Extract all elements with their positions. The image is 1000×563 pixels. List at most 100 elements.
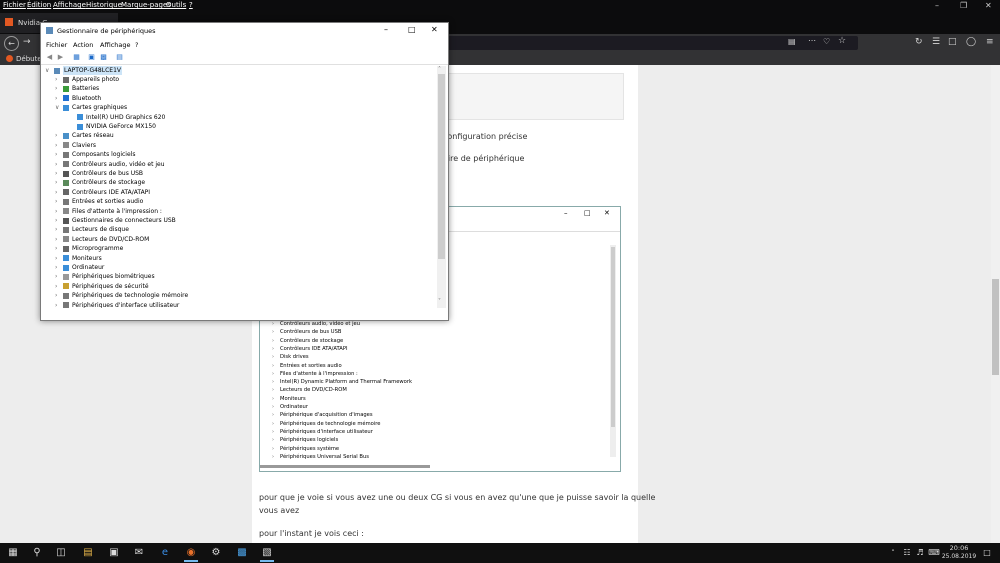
- device-category-icon: [63, 151, 69, 158]
- dm-menu-action[interactable]: Action: [73, 41, 93, 49]
- collapse-icon[interactable]: ∨: [45, 66, 51, 75]
- monitor-icon[interactable]: ▤: [115, 53, 124, 61]
- expand-icon[interactable]: ›: [55, 254, 61, 263]
- properties-icon[interactable]: ▦: [72, 53, 81, 61]
- expand-icon[interactable]: ›: [55, 244, 61, 253]
- favicon-icon: [5, 18, 13, 26]
- firefox-window-controls: – ❐ ✕: [0, 0, 1000, 12]
- expand-icon[interactable]: ›: [55, 197, 61, 206]
- expand-icon[interactable]: ›: [55, 160, 61, 169]
- device-category-icon: [63, 302, 69, 308]
- bookmark-star-icon[interactable]: ☆: [838, 36, 846, 46]
- expand-icon[interactable]: ›: [55, 291, 61, 300]
- dm-titlebar[interactable]: Gestionnaire de périphériques – □ ✕: [41, 23, 448, 39]
- emb-tree-item: Moniteurs: [280, 395, 306, 402]
- scroll-up-icon[interactable]: ˄: [438, 66, 441, 73]
- maximize-icon[interactable]: ❐: [960, 1, 967, 10]
- forward-icon[interactable]: →: [23, 37, 31, 47]
- dm-menu-help[interactable]: ?: [135, 41, 138, 49]
- dm-scroll-thumb[interactable]: [438, 74, 445, 259]
- device-category-icon: [63, 189, 69, 196]
- emb-expand-icon: ›: [272, 428, 274, 435]
- tree-item-label: Batteries: [72, 85, 100, 93]
- device-manager-taskbar-icon[interactable]: ▧: [260, 546, 274, 562]
- url-bar[interactable]: ▤ ⋯ ♡ ☆: [440, 36, 858, 50]
- emb-tree-item: Disk drives: [280, 354, 309, 361]
- expand-icon[interactable]: ›: [55, 75, 61, 84]
- emb-maximize-icon: □: [584, 209, 591, 217]
- expand-icon[interactable]: ›: [55, 141, 61, 150]
- view-icon[interactable]: ▩: [99, 53, 108, 61]
- back-arrow-icon[interactable]: ◀: [45, 53, 54, 61]
- expand-icon[interactable]: ›: [55, 188, 61, 197]
- expand-icon[interactable]: ›: [55, 131, 61, 140]
- page-actions-icon[interactable]: ⋯: [808, 36, 816, 45]
- page-scrollbar-thumb[interactable]: [992, 279, 999, 375]
- expand-icon[interactable]: ›: [55, 301, 61, 308]
- task-view-icon[interactable]: ◫: [54, 546, 68, 560]
- back-icon[interactable]: ←: [4, 36, 19, 51]
- page-text-1: configuration précise: [443, 132, 528, 141]
- minimize-icon[interactable]: –: [935, 1, 939, 10]
- notification-icon[interactable]: □: [980, 546, 994, 560]
- emb-tree-item: Intel(R) Dynamic Platform and Thermal Fr…: [280, 379, 412, 386]
- mail-icon[interactable]: ✉: [132, 546, 146, 560]
- tray-chevron-icon[interactable]: ˄: [886, 546, 900, 560]
- settings-gear-icon[interactable]: ⚙: [209, 546, 223, 560]
- help-icon[interactable]: ▣: [87, 53, 96, 61]
- emb-scroll-thumb: [611, 247, 615, 427]
- forward-arrow-icon[interactable]: ▶: [56, 53, 65, 61]
- emb-tree-item: Périphériques de technologie mémoire: [280, 420, 381, 427]
- keyboard-icon[interactable]: ⌨: [927, 546, 941, 560]
- network-icon[interactable]: ☷: [900, 546, 914, 560]
- emb-tree-item: Files d'attente à l'impression :: [280, 370, 358, 377]
- firefox-taskbar-icon[interactable]: ◉: [184, 546, 198, 562]
- expand-icon[interactable]: ›: [55, 150, 61, 159]
- expand-icon[interactable]: ›: [55, 225, 61, 234]
- device-category-icon: [63, 179, 69, 186]
- clock-date[interactable]: 25.08.2019: [940, 553, 978, 560]
- tree-item-label: Contrôleurs IDE ATA/ATAPI: [72, 188, 151, 196]
- emb-tree-item: Entrées et sorties audio: [280, 362, 342, 369]
- emb-expand-icon: ›: [272, 453, 274, 460]
- app-icon[interactable]: ▩: [235, 546, 249, 560]
- volume-icon[interactable]: ♬: [913, 546, 927, 560]
- expand-icon[interactable]: ›: [55, 263, 61, 272]
- expand-icon[interactable]: ›: [55, 169, 61, 178]
- collapse-icon[interactable]: ∨: [55, 103, 61, 112]
- expand-icon[interactable]: ›: [55, 272, 61, 281]
- windows-start-icon[interactable]: ▦: [6, 546, 20, 560]
- close-icon[interactable]: ✕: [985, 1, 992, 10]
- device-category-icon: [63, 161, 69, 168]
- dm-close-icon[interactable]: ✕: [431, 25, 438, 34]
- dm-minimize-icon[interactable]: –: [384, 25, 388, 34]
- emb-expand-icon: ›: [272, 362, 274, 369]
- store-icon[interactable]: ▣: [107, 546, 121, 560]
- expand-icon[interactable]: ›: [55, 84, 61, 93]
- scroll-down-icon[interactable]: ˅: [438, 298, 441, 305]
- hamburger-menu-icon[interactable]: ≡: [986, 37, 994, 47]
- tree-item-label: Contrôleurs de bus USB: [72, 170, 144, 177]
- emb-tree-item: Contrôleurs de bus USB: [280, 329, 342, 336]
- tree-item-label: Périphériques biométriques: [72, 273, 155, 281]
- expand-icon[interactable]: ›: [55, 178, 61, 187]
- dm-menu-affichage[interactable]: Affichage: [100, 41, 131, 49]
- history-icon[interactable]: ↻: [915, 37, 923, 47]
- expand-icon[interactable]: ›: [55, 94, 61, 103]
- file-explorer-icon[interactable]: ▤: [81, 546, 95, 560]
- dm-menu-fichier[interactable]: Fichier: [46, 41, 67, 49]
- emb-minimize-icon: –: [564, 209, 568, 217]
- sidebar-icon[interactable]: □: [948, 37, 957, 47]
- account-icon[interactable]: ◯: [966, 37, 976, 47]
- dm-maximize-icon[interactable]: □: [408, 25, 416, 34]
- library-icon[interactable]: ☰: [932, 37, 940, 47]
- expand-icon[interactable]: ›: [55, 207, 61, 216]
- search-icon[interactable]: ⚲: [30, 546, 44, 560]
- reader-view-icon[interactable]: ▤: [788, 37, 796, 46]
- edge-icon[interactable]: e: [158, 546, 172, 560]
- expand-icon[interactable]: ›: [55, 216, 61, 225]
- clock-time[interactable]: 20:06: [944, 544, 974, 552]
- expand-icon[interactable]: ›: [55, 235, 61, 244]
- pocket-icon[interactable]: ♡: [823, 37, 830, 46]
- expand-icon[interactable]: ›: [55, 282, 61, 291]
